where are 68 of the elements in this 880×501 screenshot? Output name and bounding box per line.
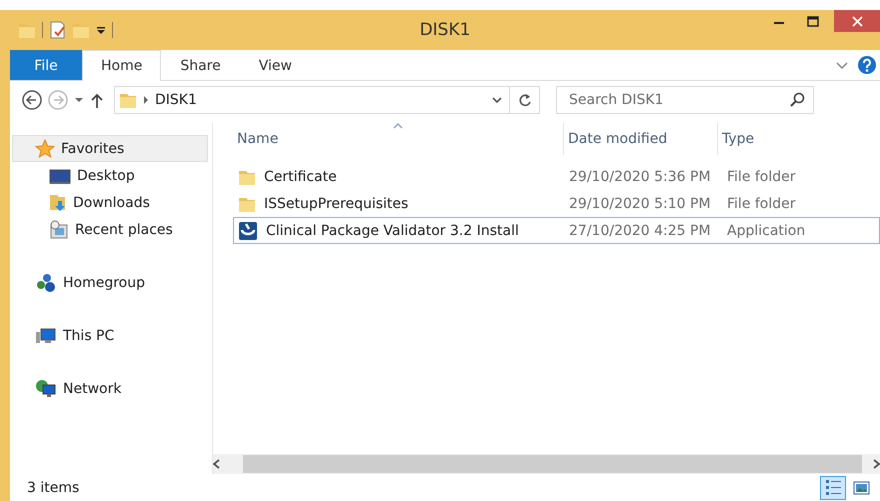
nav-item[interactable]: Favorites bbox=[12, 135, 208, 162]
help-button[interactable] bbox=[858, 56, 876, 74]
back-icon bbox=[22, 90, 42, 110]
homegroup-icon bbox=[35, 272, 57, 292]
expand-ribbon-button[interactable] bbox=[836, 60, 848, 70]
scroll-right-icon bbox=[872, 459, 880, 469]
computer-icon bbox=[35, 326, 57, 344]
column-header[interactable]: Name bbox=[233, 123, 564, 155]
nav-item[interactable]: Homegroup bbox=[12, 269, 208, 296]
date-modified: 29/10/2020 5:10 PM bbox=[568, 196, 712, 212]
view-button[interactable] bbox=[820, 476, 846, 500]
caret-icon bbox=[74, 97, 84, 103]
dropdown-icon bbox=[96, 25, 106, 35]
downloads-icon bbox=[49, 193, 67, 212]
folder-icon bbox=[18, 21, 36, 39]
ribbon-tab[interactable]: Home bbox=[82, 50, 162, 81]
ribbon-tab[interactable]: Share bbox=[161, 50, 240, 80]
file-row[interactable]: ISSetupPrerequisites 29/10/2020 5:10 PM File folder bbox=[233, 190, 880, 217]
nav-item[interactable]: Recent places bbox=[12, 216, 208, 243]
new-folder-icon bbox=[72, 21, 90, 39]
file-menu-tab[interactable]: File bbox=[10, 50, 82, 80]
refresh-icon bbox=[518, 93, 532, 107]
file-type: Application bbox=[726, 222, 806, 238]
chevron-right-icon bbox=[143, 95, 149, 105]
back-button[interactable] bbox=[22, 90, 42, 110]
file-type: File folder bbox=[726, 168, 796, 184]
address-bar[interactable]: DISK1 bbox=[114, 86, 540, 114]
date-modified: 27/10/2020 4:25 PM bbox=[568, 222, 712, 238]
item-count: 3 items bbox=[27, 480, 80, 496]
window-title: DISK1 bbox=[420, 20, 470, 40]
up-arrow-icon bbox=[90, 92, 104, 108]
chevron-down-icon bbox=[836, 60, 848, 70]
column-header[interactable]: Date modified bbox=[564, 123, 718, 155]
star-icon bbox=[35, 139, 55, 158]
scroll-left-icon bbox=[213, 459, 221, 469]
file-name: Certificate bbox=[264, 168, 337, 184]
large-icons-view-icon bbox=[852, 480, 870, 496]
maximize-icon bbox=[807, 16, 819, 26]
nav-item[interactable]: This PC bbox=[12, 322, 208, 349]
chevron-down-icon bbox=[492, 96, 502, 104]
file-type: File folder bbox=[726, 196, 796, 212]
up-button[interactable] bbox=[90, 92, 104, 108]
forward-icon bbox=[48, 90, 68, 110]
close-button[interactable] bbox=[834, 10, 880, 32]
network-icon bbox=[35, 379, 57, 398]
horizontal-scrollbar[interactable] bbox=[213, 454, 880, 474]
file-name: ISSetupPrerequisites bbox=[264, 196, 408, 212]
monitor-icon bbox=[49, 166, 71, 184]
close-icon bbox=[852, 16, 862, 26]
details-view-icon bbox=[824, 479, 842, 496]
nav-item[interactable]: Desktop bbox=[12, 162, 208, 189]
file-row[interactable]: Clinical Package Validator 3.2 Install 27/10/2020 4:25 PM Application bbox=[233, 217, 880, 244]
breadcrumb[interactable]: DISK1 bbox=[155, 92, 197, 108]
column-header[interactable]: Type bbox=[718, 123, 880, 155]
recent-places-icon bbox=[49, 220, 69, 239]
search-icon bbox=[790, 92, 805, 107]
nav-item[interactable]: Downloads bbox=[12, 189, 208, 216]
folder-icon bbox=[119, 91, 137, 109]
nav-item[interactable]: Network bbox=[12, 375, 208, 402]
properties-icon bbox=[49, 21, 66, 39]
recent-locations-button[interactable] bbox=[74, 97, 84, 103]
search-field[interactable]: Search DISK1 bbox=[556, 86, 814, 114]
installer-icon bbox=[238, 220, 258, 240]
file-name: Clinical Package Validator 3.2 Install bbox=[266, 222, 519, 238]
help-icon bbox=[858, 56, 876, 74]
date-modified: 29/10/2020 5:36 PM bbox=[568, 168, 712, 184]
ribbon-tab[interactable]: View bbox=[240, 50, 311, 80]
file-row[interactable]: Certificate 29/10/2020 5:36 PM File folder bbox=[233, 163, 880, 190]
